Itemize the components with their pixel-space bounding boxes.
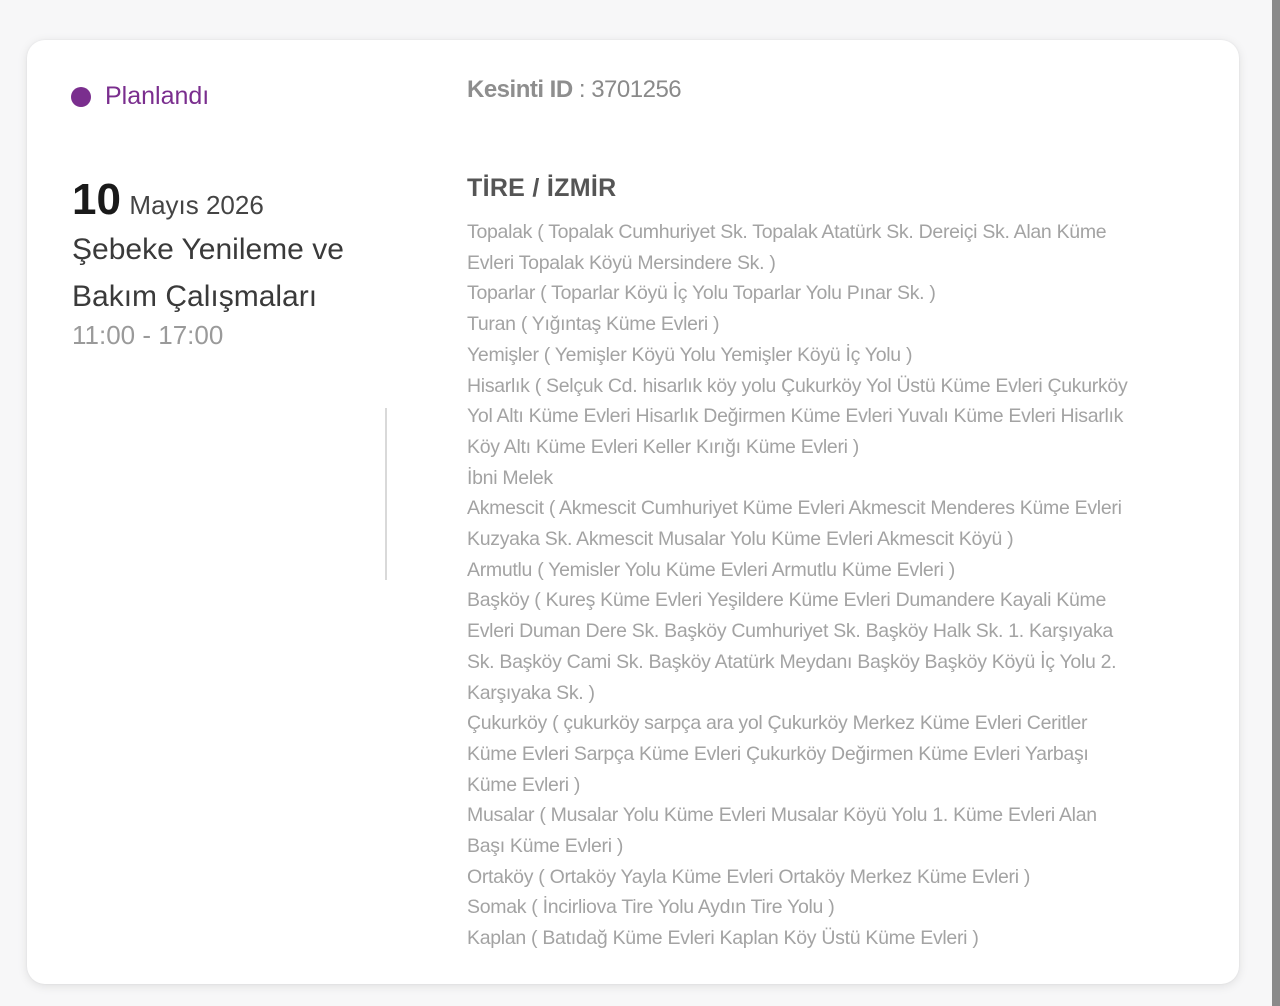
scrollbar[interactable] [1272, 0, 1280, 1006]
district-item: Turan ( Yığıntaş Küme Evleri ) [467, 313, 720, 336]
outage-date: 10 Mayıs 2026 [72, 175, 264, 225]
work-title: Şebeke Yenileme ve Bakım Çalışmaları [72, 233, 344, 313]
status-dot-icon [71, 86, 91, 107]
status-indicator: Planlandı [71, 82, 209, 111]
date-day: 10 [72, 175, 121, 224]
district-list: Topalak ( Topalak Cumhuriyet Sk. Topalak… [467, 217, 1132, 954]
district-item: Hisarlık ( Selçuk Cd. hisarlık köy yolu … [467, 374, 1128, 458]
district-item: Çukurköy ( çukurköy sarpça ara yol Çukur… [467, 712, 1089, 796]
district-item: Akmescit ( Akmescit Cumhuriyet Küme Evle… [467, 497, 1122, 551]
district-item: Musalar ( Musalar Yolu Küme Evleri Musal… [467, 804, 1097, 858]
district-item: Ortaköy ( Ortaköy Yayla Küme Evleri Orta… [467, 865, 1031, 888]
date-month-year: Mayıs 2026 [129, 190, 264, 220]
outage-id: Kesinti ID : 3701256 [467, 76, 682, 104]
outage-id-value: 3701256 [591, 76, 682, 103]
outage-card: Planlandı Kesinti ID : 3701256 10 Mayıs … [27, 40, 1239, 984]
district-item: Topalak ( Topalak Cumhuriyet Sk. Topalak… [467, 221, 1107, 274]
district-item: Başköy ( Kureş Küme Evleri Yeşildere Küm… [467, 589, 1117, 704]
district-item: Armutlu ( Yemisler Yolu Küme Evleri Armu… [467, 558, 955, 581]
column-divider [385, 408, 387, 580]
status-label: Planlandı [105, 82, 210, 110]
district-item: Yemişler ( Yemişler Köyü Yolu Yemişler K… [467, 343, 913, 366]
time-range: 11:00 - 17:00 [72, 320, 224, 350]
district-item: İbni Melek [467, 466, 553, 489]
district-item: Somak ( İncirliova Tire Yolu Aydın Tire … [467, 896, 835, 919]
outage-id-label: Kesinti ID [467, 76, 573, 103]
outage-id-separator: : [572, 76, 592, 103]
region-title: TİRE / İZMİR [467, 174, 617, 202]
district-item: Kaplan ( Batıdağ Küme Evleri Kaplan Köy … [467, 927, 979, 950]
district-item: Toparlar ( Toparlar Köyü İç Yolu Toparla… [467, 282, 936, 305]
